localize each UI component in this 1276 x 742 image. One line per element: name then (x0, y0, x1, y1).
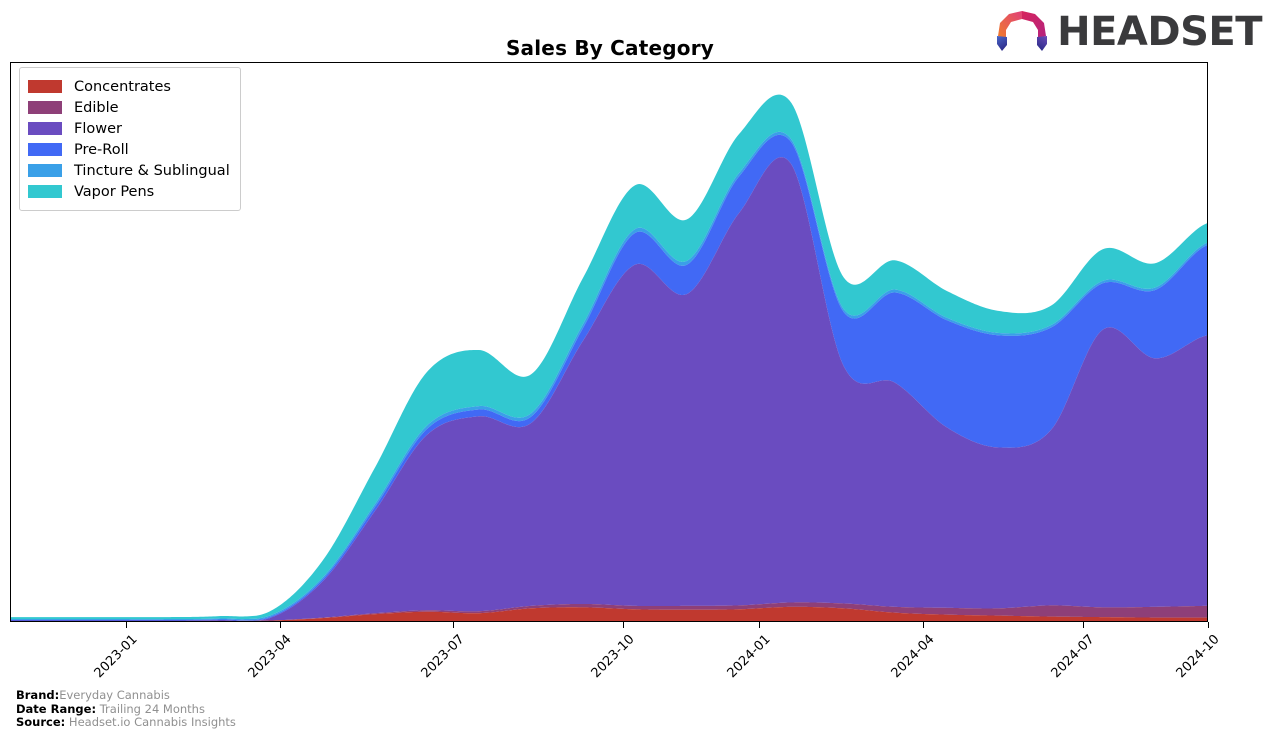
footer-brand-key: Brand: (16, 688, 60, 702)
legend-item-label: Vapor Pens (74, 183, 155, 200)
footer-daterange-value: Trailing 24 Months (99, 701, 205, 716)
brand-wordmark: HEADSET (1057, 9, 1262, 55)
footer-daterange-row: Date Range: Trailing 24 Months (16, 701, 236, 717)
footer-daterange-key: Date Range: (16, 701, 97, 716)
footer-brand-row: Brand:Everyday Cannabis (16, 688, 236, 703)
x-axis-tick-mark (126, 622, 128, 628)
legend-item[interactable]: Pre-Roll (28, 139, 230, 160)
legend-item-label: Pre-Roll (74, 141, 129, 158)
legend-item[interactable]: Tincture & Sublingual (28, 160, 230, 181)
x-axis-tick-mark (279, 622, 281, 628)
footer-source-row: Source: Headset.io Cannabis Insights (16, 715, 236, 730)
legend-item-label: Flower (74, 120, 122, 137)
legend-item-label: Tincture & Sublingual (74, 162, 230, 179)
legend-color-swatch (28, 143, 62, 156)
legend-item[interactable]: Concentrates (28, 76, 230, 97)
headset-logo-mark (995, 8, 1049, 56)
footer-source-key: Source: (16, 715, 66, 729)
legend-color-swatch (28, 185, 62, 198)
footer-brand-value: Everyday Cannabis (59, 688, 170, 702)
x-axis-tick-label: 2023-01 (91, 632, 141, 682)
chart-legend: Concentrates Edible Flower Pre-Roll Tincture… (19, 67, 241, 211)
chart-page: Sales By Category HEADSET Concentrates E… (0, 0, 1276, 742)
footer-source-value: Headset.io Cannabis Insights (68, 715, 236, 729)
x-axis-tick-mark (623, 622, 625, 628)
headset-brand-logo: HEADSET (995, 8, 1262, 56)
x-axis-tick-mark (453, 622, 455, 628)
chart-footer: Brand:Everyday Cannabis Date Range: Trai… (16, 688, 236, 730)
x-axis-tick-mark (758, 622, 760, 628)
x-axis-tick-label: 2023-07 (418, 632, 468, 682)
legend-item-label: Edible (74, 99, 119, 116)
x-axis-tick-mark (922, 622, 924, 628)
x-axis: 2023-01 2023-04 2023-07 2023-10 2024-01 2024-… (10, 622, 1223, 692)
legend-color-swatch (28, 122, 62, 135)
x-axis-tick-label: 2024-01 (724, 632, 774, 682)
x-axis-tick-label: 2024-07 (1048, 632, 1099, 682)
x-axis-tick-label: 2024-10 (1173, 632, 1223, 682)
chart-plot-area: Concentrates Edible Flower Pre-Roll Tincture… (10, 62, 1208, 622)
x-axis-tick-mark (1083, 622, 1085, 628)
legend-color-swatch (28, 164, 62, 177)
legend-item[interactable]: Vapor Pens (28, 181, 230, 202)
legend-color-swatch (28, 101, 62, 114)
legend-item[interactable]: Flower (28, 118, 230, 139)
x-axis-tick-label: 2024-04 (888, 632, 938, 682)
legend-item[interactable]: Edible (28, 97, 230, 118)
legend-item-label: Concentrates (74, 78, 171, 95)
x-axis-tick-label: 2023-10 (588, 632, 638, 682)
x-axis-tick-mark (1208, 622, 1209, 628)
x-axis-tick-label: 2023-04 (245, 632, 295, 682)
legend-color-swatch (28, 80, 62, 93)
